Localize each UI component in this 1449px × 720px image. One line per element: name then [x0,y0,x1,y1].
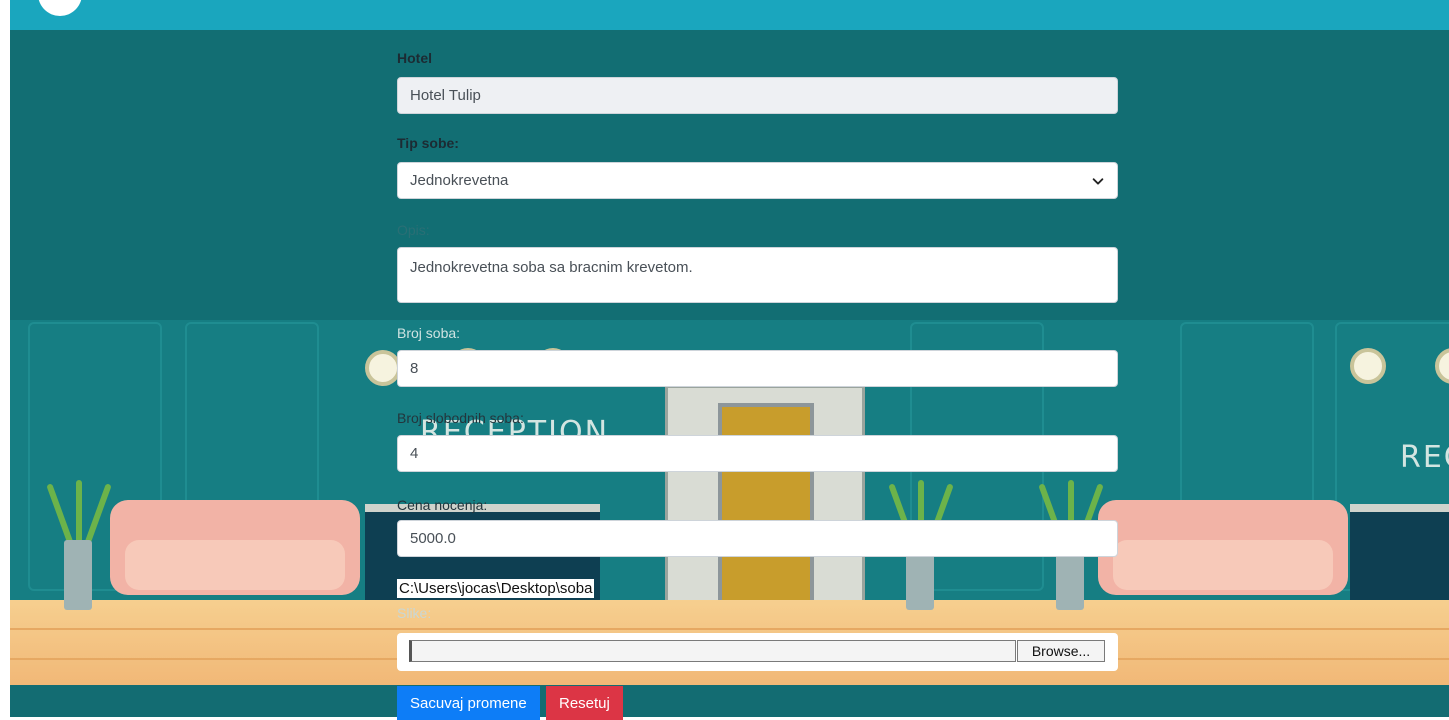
room-type-label: Tip sobe: [397,135,459,151]
save-changes-button[interactable]: Sacuvaj promene [397,686,540,720]
sofa [1098,500,1348,595]
file-path-box[interactable] [409,640,1016,662]
logo[interactable] [38,0,82,16]
room-count-input[interactable] [397,350,1118,387]
free-rooms-input[interactable] [397,435,1118,472]
clock-icon [365,350,401,386]
sofa-seat [1113,540,1333,590]
room-type-select[interactable]: Jednokrevetna [397,162,1118,199]
image-file-input: Browse... [397,633,1118,671]
clock-icon [1350,348,1386,384]
chevron-down-icon [1092,177,1104,185]
description-label: Opis: [397,222,430,238]
sofa [110,500,360,595]
top-navbar [10,0,1449,30]
room-count-label: Broj soba: [397,325,461,341]
floor-line [10,628,1449,630]
description-textarea[interactable]: Jednokrevetna soba sa bracnim krevetom. [397,247,1118,303]
image-path-label: C:\Users\jocas\Desktop\soba [397,579,595,598]
reset-button[interactable]: Resetuj [546,686,623,720]
browse-button[interactable]: Browse... [1017,640,1105,662]
price-input[interactable] [397,520,1118,557]
reception-sign-right: REC [1400,440,1449,475]
elevator [665,385,865,613]
free-rooms-label: Broj slobodnih soba: [397,410,524,426]
plant-icon [46,480,112,610]
hotel-label: Hotel [397,50,432,66]
sofa-seat [125,540,345,590]
hotel-input[interactable] [397,77,1118,114]
price-label: Cena nocenja: [397,497,488,513]
image-label: Slike: [397,605,432,621]
room-type-selected: Jednokrevetna [410,172,509,189]
bottom-strip [10,685,1449,717]
